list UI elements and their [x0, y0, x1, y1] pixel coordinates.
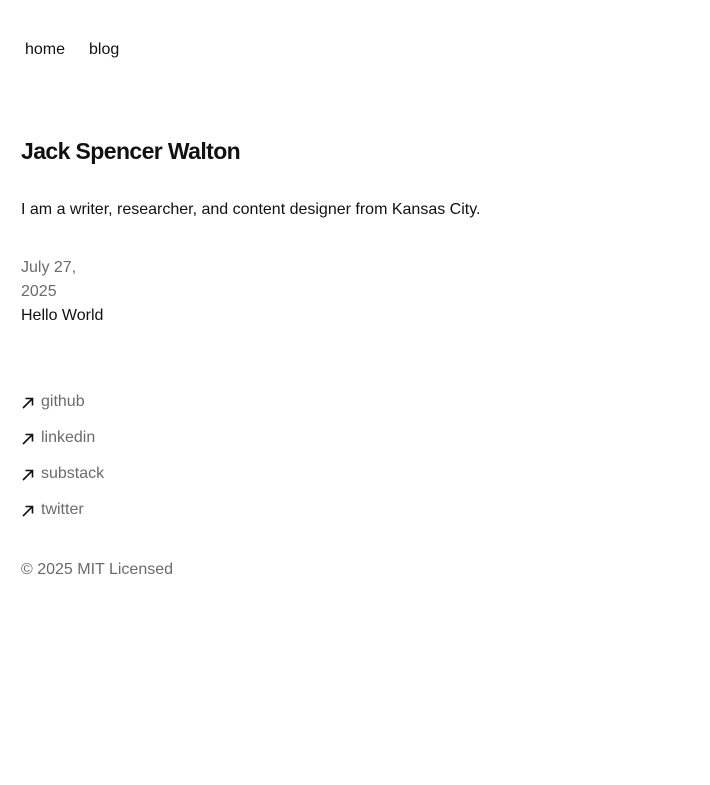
social-item-substack: substack	[21, 463, 104, 499]
social-item-linkedin: linkedin	[21, 427, 104, 463]
linkedin-label: linkedin	[41, 429, 96, 446]
post-list-item: July 27, 2025 Hello World	[21, 256, 111, 328]
footer-license: © 2025 MIT Licensed	[21, 561, 174, 578]
top-nav: home blog	[25, 40, 119, 60]
twitter-link[interactable]: twitter	[21, 499, 84, 521]
bio-text: I am a writer, researcher, and content d…	[21, 201, 481, 218]
social-item-github: github	[21, 391, 104, 427]
page-title: Jack Spencer Walton	[21, 138, 241, 164]
github-link[interactable]: github	[21, 391, 85, 413]
linkedin-link[interactable]: linkedin	[21, 427, 95, 449]
substack-link[interactable]: substack	[21, 463, 104, 485]
social-links: github linkedin substack twitter	[21, 391, 104, 535]
arrow-up-right-icon	[21, 504, 35, 518]
github-label: github	[41, 393, 85, 410]
post-title-link[interactable]: Hello World	[21, 304, 111, 328]
arrow-up-right-icon	[21, 432, 35, 446]
twitter-label: twitter	[41, 501, 84, 518]
arrow-up-right-icon	[21, 468, 35, 482]
nav-home-link[interactable]: home	[25, 40, 65, 60]
arrow-up-right-icon	[21, 396, 35, 410]
substack-label: substack	[41, 465, 105, 482]
post-date: July 27, 2025	[21, 259, 77, 300]
social-item-twitter: twitter	[21, 499, 104, 535]
nav-blog-link[interactable]: blog	[89, 40, 119, 60]
